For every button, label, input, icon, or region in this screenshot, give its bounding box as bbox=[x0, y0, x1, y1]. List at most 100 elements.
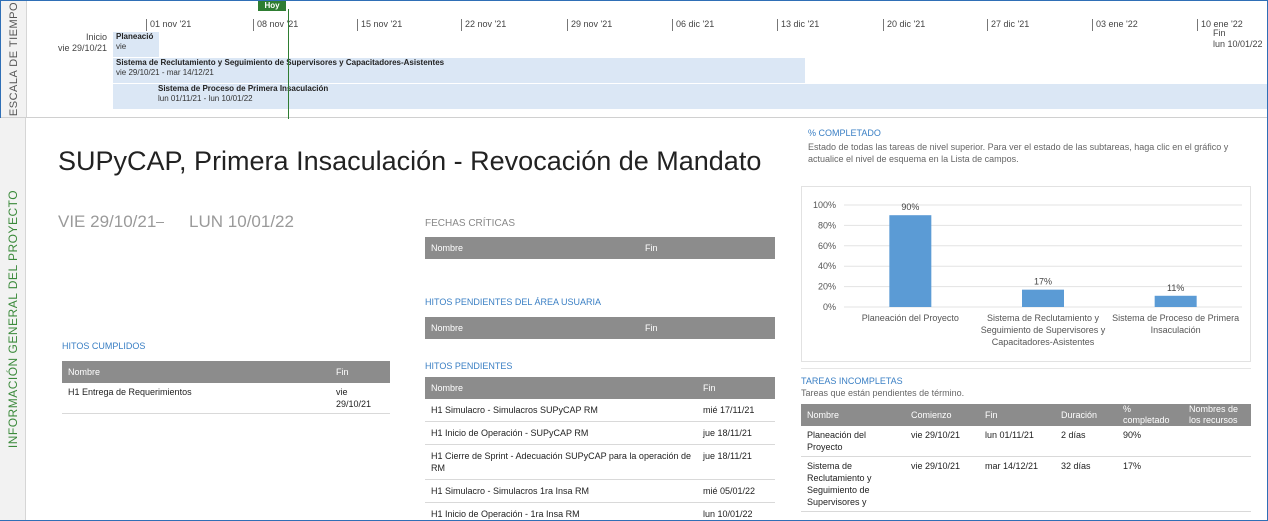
chart-bar bbox=[889, 215, 932, 307]
table-row[interactable]: H1 Simulacro - Simulacros 1ra Insa RM mié… bbox=[425, 479, 775, 503]
cell-name: H1 Inicio de Operación - SUPyCAP RM bbox=[425, 421, 697, 445]
table-row[interactable]: H1 Simulacro - Simulacros SUPyCAP RM mié … bbox=[425, 399, 775, 422]
timeline-bar-dates: vie bbox=[116, 42, 127, 51]
hitos-cumplidos-table: Nombre Fin H1 Entrega de Requerimientos … bbox=[62, 361, 390, 414]
column-header: Duración bbox=[1055, 404, 1117, 426]
timeline-tick: 08 nov '21 bbox=[253, 19, 298, 31]
column-header: Fin bbox=[330, 361, 390, 383]
chart-bar bbox=[1022, 289, 1064, 307]
timeline-bar-planeacion[interactable]: Planeació vie bbox=[113, 32, 159, 57]
column-header: Nombre bbox=[62, 361, 330, 383]
table-row[interactable]: H1 Cierre de Sprint - Adecuación SUPyCAP… bbox=[425, 444, 775, 480]
timeline-tick: 27 dic '21 bbox=[987, 19, 1029, 31]
fechas-criticas-title: FECHAS CRÍTICAS bbox=[425, 218, 516, 229]
timeline-end: Fin lun 10/01/22 bbox=[1213, 28, 1263, 50]
timeline-tick: 22 nov '21 bbox=[461, 19, 506, 31]
tareas-incompletas-table: Nombre Comienzo Fin Duración % completad… bbox=[801, 404, 1251, 512]
bar-value-label: 90% bbox=[901, 202, 919, 212]
cell-end: lun 10/01/22 bbox=[697, 502, 775, 521]
chart-bar bbox=[1154, 295, 1197, 307]
timeline-strip-label: ESCALA DE TIEMPO bbox=[7, 1, 20, 117]
hitos-pendientes-title: HITOS PENDIENTES bbox=[425, 361, 513, 371]
timeline-strip: ESCALA DE TIEMPO bbox=[1, 1, 27, 117]
column-header: Fin bbox=[639, 317, 775, 339]
project-dates: VIE 29/10/21 LUN 10/01/22 bbox=[58, 212, 294, 232]
timeline-tick: 20 dic '21 bbox=[883, 19, 925, 31]
timeline-start: Inicio vie 29/10/21 bbox=[45, 32, 107, 54]
cell-end: vie 29/10/21 bbox=[330, 383, 390, 414]
timeline-tick: 03 ene '22 bbox=[1092, 19, 1138, 31]
hitos-pendientes-table: Nombre Fin H1 Simulacro - Simulacros SUP… bbox=[425, 377, 775, 521]
cell-end: mar 14/12/21 bbox=[979, 456, 1055, 512]
category-label: Capacitadores-Asistentes bbox=[992, 337, 1095, 347]
percent-complete-chart[interactable]: 0% 20% 40% 60% 80% 100% 90% Planeación del Proy… bbox=[802, 187, 1252, 363]
y-tick-label: 40% bbox=[818, 261, 836, 271]
timeline-end-label: Fin bbox=[1213, 28, 1226, 38]
tareas-incompletas-title: TAREAS INCOMPLETAS bbox=[801, 376, 903, 386]
overview-strip: INFORMACIÓN GENERAL DEL PROYECTO bbox=[0, 118, 26, 520]
timeline-bar-name: Planeació bbox=[116, 32, 154, 41]
page-title: SUPyCAP, Primera Insaculación - Revocaci… bbox=[58, 146, 762, 176]
column-header: Comienzo bbox=[905, 404, 979, 426]
cell-end: jue 18/11/21 bbox=[697, 444, 775, 480]
cell-percent: 90% bbox=[1117, 426, 1183, 457]
cell-name: Planeación del Proyecto bbox=[801, 426, 905, 457]
timeline-tick: 29 nov '21 bbox=[567, 19, 612, 31]
cell-duration: 2 días bbox=[1055, 426, 1117, 457]
timeline-bar-dates: vie 29/10/21 - mar 14/12/21 bbox=[116, 68, 214, 77]
tareas-incompletas-description: Tareas que están pendientes de término. bbox=[801, 388, 965, 398]
cell-name: H1 Simulacro - Simulacros 1ra Insa RM bbox=[425, 479, 697, 503]
column-header: Fin bbox=[639, 237, 775, 259]
cell-resources bbox=[1183, 426, 1251, 457]
cell-start: vie 29/10/21 bbox=[905, 456, 979, 512]
y-tick-label: 0% bbox=[823, 302, 836, 312]
percent-complete-title: % COMPLETADO bbox=[808, 128, 881, 138]
bar-value-label: 11% bbox=[1167, 283, 1184, 293]
percent-complete-chart-frame[interactable]: 0% 20% 40% 60% 80% 100% 90% Planeación del Proy… bbox=[801, 186, 1251, 362]
column-header: Nombre bbox=[425, 377, 697, 399]
timeline-tick: 06 dic '21 bbox=[672, 19, 714, 31]
cell-end: mié 17/11/21 bbox=[697, 399, 775, 422]
table-row[interactable]: H1 Inicio de Operación - 1ra Insa RM lun … bbox=[425, 502, 775, 521]
timeline-bar-dates: lun 01/11/21 - lun 10/01/22 bbox=[158, 94, 253, 103]
table-row[interactable]: Planeación del Proyecto vie 29/10/21 lun… bbox=[801, 426, 1251, 457]
fechas-criticas-table: Nombre Fin bbox=[425, 237, 775, 259]
table-header-row: Nombre Fin bbox=[62, 361, 390, 383]
timeline-tick: 15 nov '21 bbox=[357, 19, 402, 31]
category-label: Insaculación bbox=[1151, 325, 1201, 335]
column-header: Nombre bbox=[425, 317, 639, 339]
hitos-cumplidos-title: HITOS CUMPLIDOS bbox=[62, 341, 146, 351]
column-header: Fin bbox=[697, 377, 775, 399]
timeline-bar-reclutamiento[interactable]: Sistema de Reclutamiento y Seguimiento d… bbox=[113, 58, 805, 83]
cell-name: H1 Simulacro - Simulacros SUPyCAP RM bbox=[425, 399, 697, 422]
date-separator bbox=[156, 222, 165, 224]
table-header-row: Nombre Fin bbox=[425, 237, 775, 259]
timeline: ESCALA DE TIEMPO 01 nov '21 08 nov '21 1… bbox=[1, 1, 1267, 119]
timeline-tick: 13 dic '21 bbox=[777, 19, 819, 31]
cell-end: jue 18/11/21 bbox=[697, 421, 775, 445]
category-label: Sistema de Reclutamiento y bbox=[987, 313, 1100, 323]
table-row[interactable]: H1 Inicio de Operación - SUPyCAP RM jue 1… bbox=[425, 421, 775, 445]
category-label: Planeación del Proyecto bbox=[862, 313, 959, 323]
table-row[interactable]: H1 Entrega de Requerimientos vie 29/10/2… bbox=[62, 383, 390, 414]
timeline-start-label: Inicio bbox=[85, 32, 107, 42]
cell-name: Sistema de Reclutamiento y Seguimiento d… bbox=[801, 456, 905, 512]
table-row[interactable]: Sistema de Reclutamiento y Seguimiento d… bbox=[801, 456, 1251, 512]
hitos-usuaria-title: HITOS PENDIENTES DEL ÁREA USUARIA bbox=[425, 297, 602, 307]
cell-start: vie 29/10/21 bbox=[905, 426, 979, 457]
project-end: LUN 10/01/22 bbox=[189, 212, 294, 231]
y-tick-label: 20% bbox=[818, 282, 836, 292]
project-start: VIE 29/10/21 bbox=[58, 212, 157, 231]
cell-resources bbox=[1183, 456, 1251, 512]
timeline-bar-name: Sistema de Proceso de Primera Insaculaci… bbox=[158, 84, 329, 93]
category-label: Sistema de Proceso de Primera bbox=[1112, 313, 1239, 323]
cell-name: H1 Inicio de Operación - 1ra Insa RM bbox=[425, 502, 697, 521]
hitos-usuaria-table: Nombre Fin bbox=[425, 317, 775, 339]
cell-duration: 32 días bbox=[1055, 456, 1117, 512]
overview-strip-label: INFORMACIÓN GENERAL DEL PROYECTO bbox=[5, 189, 20, 449]
timeline-bar-insaculacion[interactable]: Sistema de Proceso de Primera Insaculaci… bbox=[113, 84, 1267, 109]
category-label: Seguimiento de Supervisores y bbox=[981, 325, 1106, 335]
column-header: % completado bbox=[1117, 404, 1183, 426]
y-tick-label: 60% bbox=[818, 241, 836, 251]
column-header: Nombres de los recursos bbox=[1183, 404, 1251, 426]
